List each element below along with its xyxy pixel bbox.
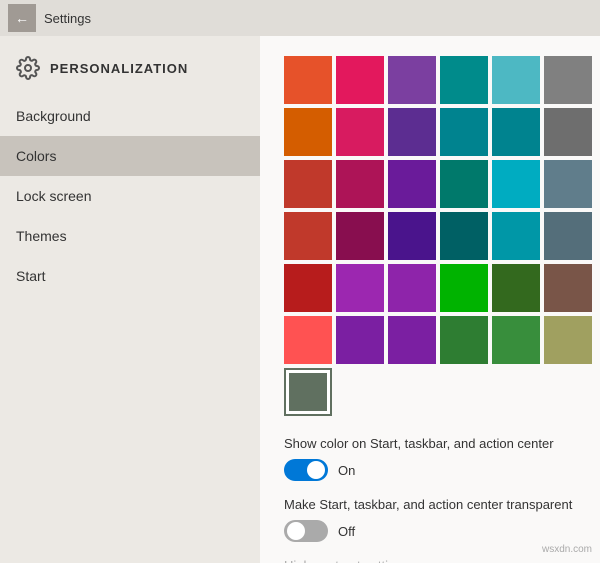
show-color-toggle-knob <box>307 461 325 479</box>
color-swatch[interactable] <box>284 108 332 156</box>
sidebar-item-colors[interactable]: Colors <box>0 136 260 176</box>
high-contrast-link[interactable]: High contrast settings <box>284 558 576 563</box>
transparent-toggle-state: Off <box>338 524 355 539</box>
show-color-toggle-state: On <box>338 463 355 478</box>
color-swatch[interactable] <box>284 264 332 312</box>
show-color-toggle-row: On <box>284 459 576 481</box>
back-button[interactable]: ← <box>8 4 36 32</box>
color-swatch[interactable] <box>440 212 488 260</box>
color-swatch[interactable] <box>492 160 540 208</box>
color-swatch[interactable] <box>388 56 436 104</box>
color-swatch[interactable] <box>336 56 384 104</box>
show-color-section: Show color on Start, taskbar, and action… <box>284 436 576 481</box>
color-swatch[interactable] <box>284 368 332 416</box>
gear-icon <box>16 56 40 80</box>
transparent-label: Make Start, taskbar, and action center t… <box>284 497 576 512</box>
color-swatch[interactable] <box>388 212 436 260</box>
color-swatch[interactable] <box>284 212 332 260</box>
sidebar-heading: PERSONALIZATION <box>50 61 188 76</box>
color-swatch[interactable] <box>544 316 592 364</box>
color-swatch[interactable] <box>492 264 540 312</box>
main-layout: PERSONALIZATION Background Colors Lock s… <box>0 36 600 563</box>
sidebar-item-background[interactable]: Background <box>0 96 260 136</box>
color-swatch[interactable] <box>336 316 384 364</box>
color-swatch[interactable] <box>388 264 436 312</box>
show-color-toggle[interactable] <box>284 459 328 481</box>
sidebar-header: PERSONALIZATION <box>0 36 260 96</box>
color-swatch[interactable] <box>284 316 332 364</box>
color-swatch[interactable] <box>336 264 384 312</box>
color-swatch[interactable] <box>492 316 540 364</box>
color-swatch[interactable] <box>388 108 436 156</box>
transparent-toggle-knob <box>287 522 305 540</box>
transparent-section: Make Start, taskbar, and action center t… <box>284 497 576 542</box>
color-swatch[interactable] <box>388 160 436 208</box>
color-swatch[interactable] <box>284 160 332 208</box>
back-icon: ← <box>15 10 29 26</box>
transparent-toggle[interactable] <box>284 520 328 542</box>
content-area: Show color on Start, taskbar, and action… <box>260 36 600 563</box>
titlebar-title: Settings <box>44 11 91 26</box>
color-swatch[interactable] <box>440 56 488 104</box>
watermark: wsxdn.com <box>542 544 592 555</box>
sidebar-nav: Background Colors Lock screen Themes Sta… <box>0 96 260 296</box>
color-grid <box>284 56 576 416</box>
color-swatch[interactable] <box>492 212 540 260</box>
transparent-toggle-row: Off <box>284 520 576 542</box>
color-swatch[interactable] <box>492 56 540 104</box>
color-swatch[interactable] <box>284 56 332 104</box>
color-swatch[interactable] <box>492 108 540 156</box>
sidebar-item-start[interactable]: Start <box>0 256 260 296</box>
color-swatch[interactable] <box>544 212 592 260</box>
sidebar: PERSONALIZATION Background Colors Lock s… <box>0 36 260 563</box>
color-swatch[interactable] <box>336 212 384 260</box>
color-swatch[interactable] <box>440 264 488 312</box>
titlebar: ← Settings <box>0 0 600 36</box>
color-swatch[interactable] <box>336 160 384 208</box>
color-swatch[interactable] <box>440 316 488 364</box>
show-color-label: Show color on Start, taskbar, and action… <box>284 436 576 451</box>
color-swatch[interactable] <box>544 264 592 312</box>
sidebar-item-themes[interactable]: Themes <box>0 216 260 256</box>
color-swatch[interactable] <box>440 108 488 156</box>
color-swatch[interactable] <box>440 160 488 208</box>
color-swatch[interactable] <box>544 160 592 208</box>
color-swatch[interactable] <box>388 316 436 364</box>
color-swatch[interactable] <box>544 56 592 104</box>
color-swatch[interactable] <box>544 108 592 156</box>
color-swatch[interactable] <box>336 108 384 156</box>
sidebar-item-lock-screen[interactable]: Lock screen <box>0 176 260 216</box>
